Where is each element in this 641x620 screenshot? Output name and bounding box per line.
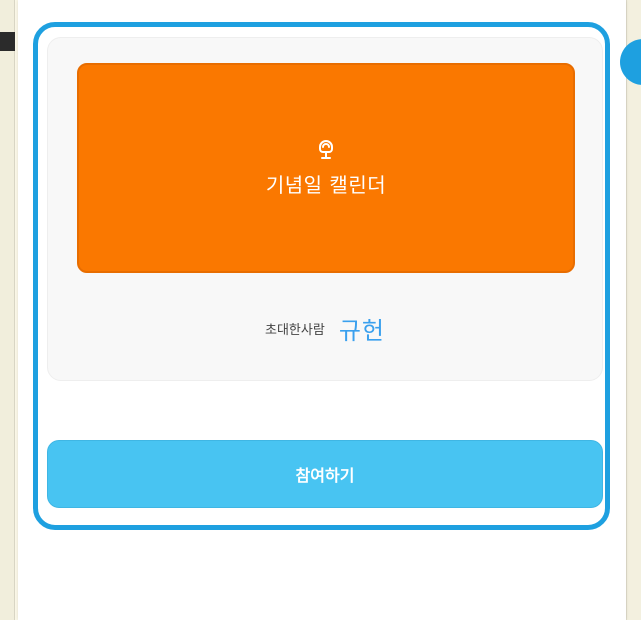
highlight-frame — [33, 22, 610, 530]
left-edge-tab — [0, 32, 15, 51]
right-background-panel — [626, 0, 641, 620]
left-background-panel — [0, 0, 15, 620]
screenshot-stage: 기념일 캘린더 초대한사람 규헌 참여하기 — [0, 0, 641, 620]
